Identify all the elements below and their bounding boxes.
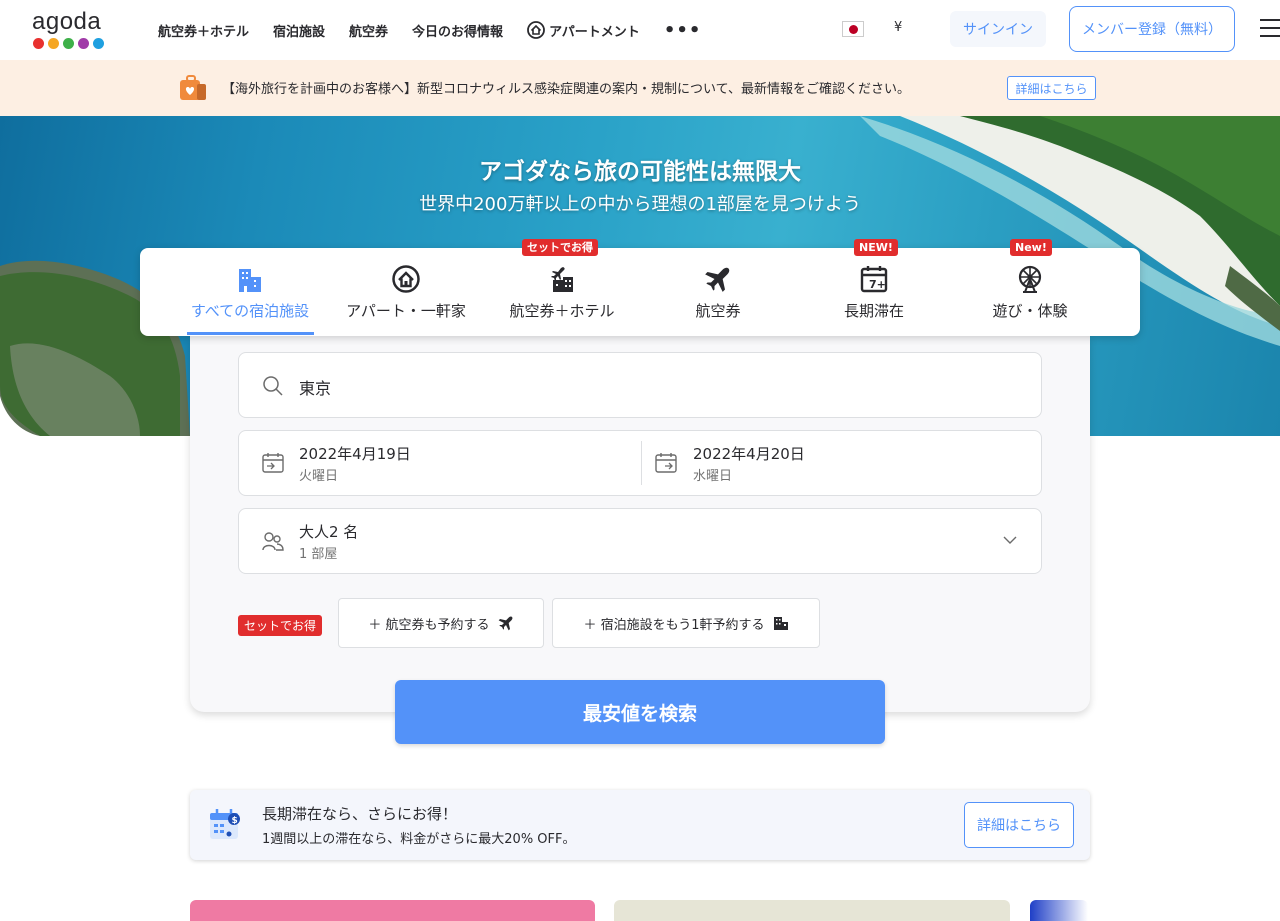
date-range-field: 2022年4月19日 火曜日 2022年4月20日 水曜日 bbox=[238, 430, 1042, 496]
tab-label: 遊び・体験 bbox=[992, 302, 1068, 320]
notice-details-button[interactable]: 詳細はこちら bbox=[1007, 76, 1096, 100]
ferris-wheel-icon bbox=[1018, 265, 1042, 293]
deal-card-3[interactable] bbox=[1030, 900, 1088, 921]
checkout-date-field[interactable]: 2022年4月20日 水曜日 bbox=[642, 431, 1042, 495]
tab-apartments[interactable]: アパート・一軒家 bbox=[328, 248, 484, 336]
checkin-date: 2022年4月19日 bbox=[299, 445, 411, 463]
tab-badge: New! bbox=[1010, 239, 1052, 256]
suitcase-heart-icon bbox=[180, 75, 206, 100]
calendar-checkin-icon bbox=[262, 453, 284, 473]
currency-selector[interactable]: ¥ bbox=[894, 20, 902, 35]
guests-rooms-selector[interactable]: 大人2 名 1 部屋 bbox=[238, 508, 1042, 574]
flight-hotel-icon bbox=[551, 267, 573, 292]
destination-search-input[interactable]: 東京 bbox=[238, 352, 1042, 418]
add-hotel-label: ＋ 宿泊施設をもう1軒予約する bbox=[583, 617, 765, 633]
checkout-date: 2022年4月20日 bbox=[693, 445, 805, 463]
nav-flight-hotel[interactable]: 航空券＋ホテル bbox=[158, 21, 249, 40]
add-flight-button[interactable]: ＋ 航空券も予約する bbox=[338, 598, 544, 648]
register-button[interactable]: メンバー登録（無料） bbox=[1069, 6, 1235, 52]
nav-label: 航空券 bbox=[349, 24, 389, 40]
house-icon bbox=[392, 265, 420, 293]
building-icon bbox=[773, 617, 788, 630]
deal-card-2[interactable] bbox=[614, 900, 1010, 921]
product-tabs: すべての宿泊施設 アパート・一軒家 セットでお得 航空券＋ホテル 航空券 NEW… bbox=[140, 239, 1140, 336]
destination-value: 東京 bbox=[299, 379, 332, 398]
svg-text:7+: 7+ bbox=[869, 278, 886, 291]
tab-badge: セットでお得 bbox=[522, 239, 598, 256]
checkout-day: 水曜日 bbox=[693, 469, 733, 484]
checkin-date-field[interactable]: 2022年4月19日 火曜日 bbox=[239, 431, 641, 495]
hamburger-menu-icon[interactable] bbox=[1260, 19, 1280, 37]
logo-dots bbox=[33, 38, 108, 49]
long-stay-promo: $ 長期滞在なら、さらにお得！ 1週間以上の滞在なら、料金がさらに最大20% O… bbox=[190, 790, 1090, 860]
search-panel: 東京 2022年4月19日 火曜日 2022年4月20日 水曜日 大人2 名 1… bbox=[190, 336, 1090, 712]
tab-all-accommodations[interactable]: すべての宿泊施設 bbox=[172, 248, 328, 336]
calendar-dollar-icon: $ bbox=[210, 809, 240, 839]
top-header: agoda 航空券＋ホテル 宿泊施設 航空券 今日のお得情報 アパートメント •… bbox=[0, 0, 1280, 60]
tab-flights[interactable]: 航空券 bbox=[640, 248, 796, 336]
nav-deals[interactable]: 今日のお得情報 bbox=[412, 21, 503, 40]
promo-details-button[interactable]: 詳細はこちら bbox=[964, 802, 1074, 848]
nav-flights[interactable]: 航空券 bbox=[349, 21, 388, 40]
tab-badge: NEW! bbox=[854, 239, 898, 256]
tab-label: すべての宿泊施設 bbox=[190, 302, 310, 320]
tab-long-stay[interactable]: NEW! 7+ 長期滞在 bbox=[796, 239, 952, 336]
tab-label: 航空券＋ホテル bbox=[509, 302, 615, 320]
guests-value: 大人2 名 bbox=[299, 523, 359, 541]
deal-card-1[interactable] bbox=[190, 900, 595, 921]
active-tab-underline bbox=[187, 332, 314, 335]
nav-label: 今日のお得情報 bbox=[412, 24, 504, 40]
tab-flight-hotel[interactable]: セットでお得 航空券＋ホテル bbox=[484, 239, 640, 336]
airplane-icon bbox=[705, 267, 730, 292]
promo-subtitle: 1週間以上の滞在なら、料金がさらに最大20% OFF。 bbox=[262, 832, 576, 847]
hero-title: アゴダなら旅の可能性は無限大 bbox=[479, 159, 801, 185]
add-flight-label: ＋ 航空券も予約する bbox=[368, 617, 490, 633]
combo-deal-badge: セットでお得 bbox=[238, 615, 323, 636]
nav-label: 航空券＋ホテル bbox=[158, 24, 250, 40]
people-icon bbox=[262, 532, 284, 551]
nav-label: アパートメント bbox=[549, 24, 640, 40]
tab-label: 長期滞在 bbox=[843, 302, 904, 320]
promo-title: 長期滞在なら、さらにお得！ bbox=[262, 805, 458, 823]
covid-notice-bar: 【海外旅行を計画中のお客様へ】新型コロナウィルス感染症関連の案内・規制について、… bbox=[0, 60, 1280, 116]
tab-label: 航空券 bbox=[695, 302, 741, 320]
main-nav: 航空券＋ホテル 宿泊施設 航空券 今日のお得情報 アパートメント ••• bbox=[158, 0, 725, 60]
calendar-checkout-icon bbox=[655, 453, 677, 473]
hero-subtitle: 世界中200万軒以上の中から理想の1部屋を見つけよう bbox=[419, 194, 861, 215]
rooms-value: 1 部屋 bbox=[299, 547, 338, 562]
nav-label: 宿泊施設 bbox=[273, 24, 326, 40]
search-button[interactable]: 最安値を検索 bbox=[395, 680, 885, 744]
tab-label: アパート・一軒家 bbox=[346, 302, 466, 320]
nav-more-button[interactable]: ••• bbox=[664, 20, 702, 41]
hotel-icon bbox=[239, 269, 261, 292]
add-hotel-button[interactable]: ＋ 宿泊施設をもう1軒予約する bbox=[552, 598, 820, 648]
japan-flag-icon[interactable] bbox=[842, 21, 864, 37]
house-icon bbox=[527, 21, 545, 39]
search-icon bbox=[263, 376, 283, 396]
tab-activities[interactable]: New! 遊び・体験 bbox=[952, 239, 1108, 336]
nav-accommodations[interactable]: 宿泊施設 bbox=[273, 21, 325, 40]
logo-text: agoda bbox=[32, 8, 102, 35]
checkin-day: 火曜日 bbox=[299, 469, 339, 484]
chevron-down-icon bbox=[1003, 536, 1017, 544]
signin-button[interactable]: サインイン bbox=[950, 11, 1046, 47]
airplane-icon bbox=[498, 616, 513, 631]
nav-apartments[interactable]: アパートメント bbox=[527, 21, 640, 40]
notice-text: 【海外旅行を計画中のお客様へ】新型コロナウィルス感染症関連の案内・規制について、… bbox=[222, 82, 910, 97]
agoda-logo[interactable]: agoda bbox=[32, 9, 108, 51]
calendar-7-icon: 7+ bbox=[860, 266, 888, 293]
svg-text:$: $ bbox=[232, 816, 238, 826]
